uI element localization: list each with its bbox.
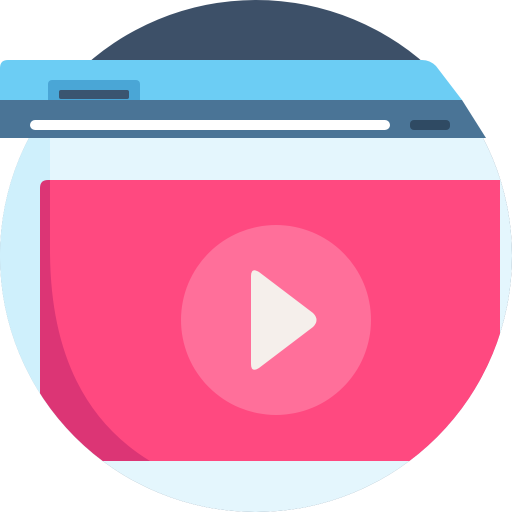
browser-tab-label-icon — [59, 90, 129, 99]
browser-address-bar — [0, 100, 486, 138]
icon-stage — [0, 0, 512, 512]
video-player-browser-icon — [0, 0, 512, 512]
address-field[interactable] — [30, 120, 390, 130]
address-go-button[interactable] — [410, 120, 450, 130]
